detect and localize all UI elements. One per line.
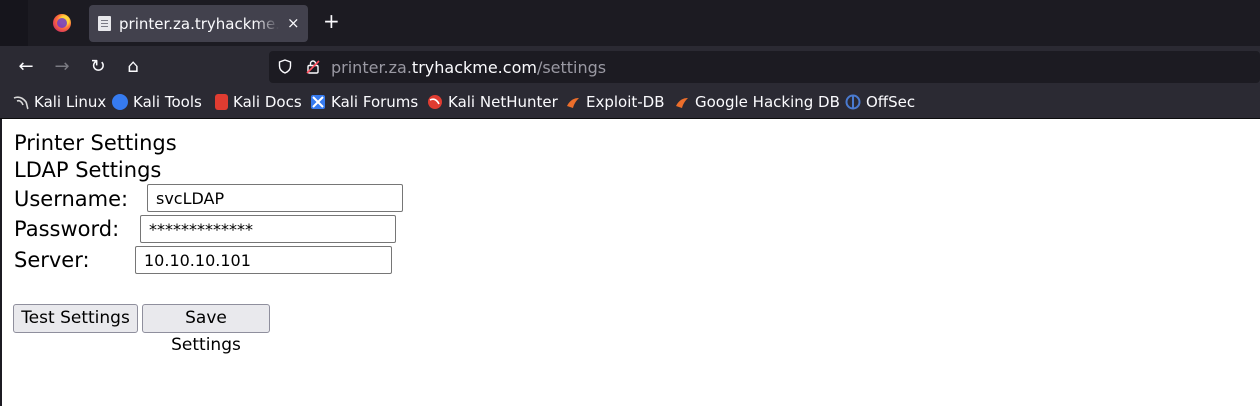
address-bar[interactable]: printer.za.tryhackme.com/settings xyxy=(269,51,1260,83)
shield-icon[interactable] xyxy=(278,59,292,74)
bookmarks-toolbar: Kali Linux Kali Tools Kali Docs Kali For… xyxy=(0,88,1260,119)
tab-strip-edge xyxy=(0,0,28,46)
bookmark-label: Kali NetHunter xyxy=(448,93,558,111)
bookmark-label: Kali Linux xyxy=(34,93,107,111)
tab-active[interactable]: printer.za.tryhackme.com/settings × xyxy=(89,5,308,42)
exploit-db-icon xyxy=(567,98,579,108)
bookmark-label: OffSec xyxy=(866,93,916,111)
server-label: Server: xyxy=(14,248,90,272)
bookmark-label: Google Hacking DB xyxy=(695,93,840,111)
server-field[interactable] xyxy=(135,246,392,274)
bookmark-label: Kali Tools xyxy=(133,93,202,111)
bookmark-kali-docs[interactable]: Kali Docs xyxy=(215,92,302,112)
bookmark-kali-forums[interactable]: Kali Forums xyxy=(310,92,418,112)
username-label: Username: xyxy=(14,187,129,211)
bookmark-label: Kali Docs xyxy=(233,93,302,111)
forward-icon[interactable]: → xyxy=(50,55,74,79)
kali-forums-icon xyxy=(311,95,325,109)
kali-dragon-icon xyxy=(13,96,29,110)
page-title: Printer Settings xyxy=(14,131,177,155)
navigation-bar: ← → ↻ ⌂ printer.za.tryhackme.com/setting… xyxy=(0,46,1260,88)
page-icon xyxy=(98,16,111,31)
bookmark-kali-nethunter[interactable]: Kali NetHunter xyxy=(427,92,558,112)
offsec-icon xyxy=(845,94,861,110)
kali-docs-icon xyxy=(215,94,228,110)
kali-nethunter-icon xyxy=(428,95,442,109)
url-path: /settings xyxy=(536,58,607,77)
back-icon[interactable]: ← xyxy=(14,55,38,79)
insecure-lock-icon[interactable] xyxy=(306,59,320,74)
bookmark-google-hacking-db[interactable]: Google Hacking DB xyxy=(674,92,840,112)
bookmark-offsec[interactable]: OffSec xyxy=(845,92,915,112)
tab-strip: printer.za.tryhackme.com/settings × + xyxy=(0,0,1260,46)
bookmark-exploit-db[interactable]: Exploit-DB xyxy=(565,92,665,112)
tab-title: printer.za.tryhackme.com/settings xyxy=(119,15,279,33)
section-title: LDAP Settings xyxy=(14,158,162,182)
bookmark-label: Kali Forums xyxy=(331,93,419,111)
bookmark-kali-tools[interactable]: Kali Tools xyxy=(112,92,202,112)
page-content: Printer Settings LDAP Settings Username:… xyxy=(0,119,1260,406)
reload-icon[interactable]: ↻ xyxy=(86,55,110,79)
new-tab-button[interactable]: + xyxy=(323,11,340,31)
firefox-icon[interactable] xyxy=(53,14,71,32)
test-settings-button[interactable]: Test Settings xyxy=(13,304,138,333)
password-field[interactable] xyxy=(140,215,396,243)
close-icon[interactable]: × xyxy=(287,14,300,32)
save-settings-button[interactable]: Save Settings xyxy=(142,304,270,355)
kali-tools-icon xyxy=(112,94,128,110)
bookmark-kali-linux[interactable]: Kali Linux xyxy=(13,92,106,112)
url-text[interactable]: printer.za.tryhackme.com/settings xyxy=(331,58,606,77)
ghdb-icon xyxy=(676,98,688,108)
url-prefix: printer.za. xyxy=(331,58,412,77)
username-field[interactable] xyxy=(147,184,403,212)
url-host: tryhackme.com xyxy=(411,58,537,77)
bookmark-label: Exploit-DB xyxy=(586,93,665,111)
home-icon[interactable]: ⌂ xyxy=(121,55,145,79)
password-label: Password: xyxy=(14,217,120,241)
